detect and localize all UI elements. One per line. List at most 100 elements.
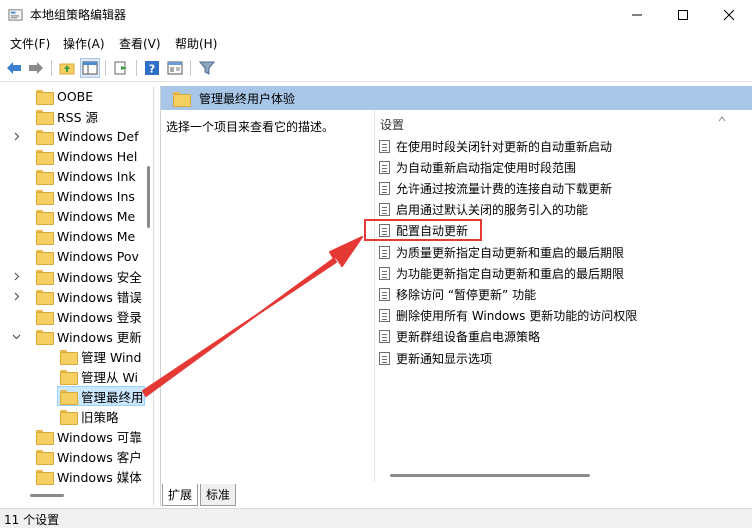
tab-extended[interactable]: 扩展 [162, 484, 198, 506]
export-list-icon [114, 61, 127, 75]
chevron-down-icon[interactable] [10, 330, 22, 342]
list-scroll-up-icon[interactable] [718, 112, 726, 132]
tree-item[interactable]: Windows 错误 [0, 286, 145, 306]
list-horizontal-scroll-thumb[interactable] [390, 474, 590, 477]
status-bar: 11 个设置 [0, 508, 752, 528]
up-folder-button[interactable] [57, 58, 77, 78]
tree-item[interactable]: 管理 Wind [0, 346, 145, 366]
toolbar-separator [51, 60, 52, 76]
settings-column-header[interactable]: 设置 [380, 116, 404, 133]
tree-item[interactable]: Windows 登录 [0, 306, 145, 326]
export-list-button[interactable] [111, 58, 131, 78]
tree-item[interactable]: Windows 客户 [0, 446, 145, 466]
filter-button[interactable] [197, 58, 217, 78]
tree-item-label: Windows Ins [57, 188, 135, 204]
pane-divider [374, 110, 375, 482]
tree-item[interactable]: 旧策略 [0, 406, 145, 426]
policy-setting-icon [379, 160, 390, 174]
setting-row[interactable]: 移除访问 “暂停更新” 功能 [379, 284, 536, 304]
pane-header: 管理最终用户体验 [161, 86, 752, 110]
setting-row[interactable]: 启用通过默认关闭的服务引入的功能 [379, 200, 588, 220]
chevron-right-icon[interactable] [10, 130, 22, 142]
tree-item[interactable]: Windows 媒体 [0, 466, 145, 486]
tree-item[interactable]: Windows Def [0, 126, 145, 146]
tree-item[interactable]: Windows Pov [0, 246, 145, 266]
setting-row[interactable]: 为功能更新指定自动更新和重启的最后期限 [379, 263, 624, 283]
chevron-right-icon[interactable] [10, 270, 22, 282]
maximize-button[interactable] [660, 0, 706, 30]
policy-setting-icon [379, 309, 390, 323]
tree-item[interactable]: Windows 安全 [0, 266, 145, 286]
tree-item-label: Windows Hel [57, 148, 138, 164]
policy-setting-icon [379, 287, 390, 301]
tree-item[interactable]: Windows 可靠 [0, 426, 145, 446]
forward-button[interactable] [26, 58, 46, 78]
tree-item-label: Windows Me [57, 208, 136, 224]
chevron-right-icon[interactable] [10, 290, 22, 302]
setting-label: 更新群组设备重启电源策略 [396, 330, 541, 345]
tab-standard[interactable]: 标准 [200, 484, 236, 506]
folder-icon [60, 409, 78, 425]
help-button[interactable]: ? [142, 58, 162, 78]
properties-icon [167, 61, 183, 75]
tree-horizontal-scroll-thumb[interactable] [30, 494, 64, 497]
tree-item[interactable]: Windows Ins [0, 186, 145, 206]
tree-item[interactable]: Windows Me [0, 226, 145, 246]
tree-item-label: OOBE [57, 88, 94, 104]
close-button[interactable] [706, 0, 752, 30]
folder-icon [36, 449, 54, 465]
setting-row[interactable]: 为自动重新启动指定使用时段范围 [379, 157, 576, 177]
tree-item[interactable]: Windows 更新 [0, 326, 145, 346]
show-hide-tree-button[interactable] [80, 58, 100, 78]
folder-icon [36, 149, 54, 165]
up-folder-icon [59, 63, 75, 75]
tree-item[interactable]: Windows Ink [0, 166, 145, 186]
policy-setting-icon [379, 203, 390, 217]
tree-item[interactable]: OOBE [0, 86, 145, 106]
tree-item-label: Windows Me [57, 228, 136, 244]
folder-icon [36, 309, 54, 325]
properties-button[interactable] [165, 58, 185, 78]
close-icon [723, 9, 735, 21]
setting-row[interactable]: 为质量更新指定自动更新和重启的最后期限 [379, 242, 624, 262]
tree-scroll-thumb[interactable] [147, 166, 150, 228]
tree-item[interactable]: 管理最终用 [0, 386, 145, 406]
folder-icon [36, 429, 54, 445]
highlight-box [364, 219, 482, 241]
back-arrow-icon [7, 62, 21, 74]
tree-item-label: Windows Ink [57, 168, 136, 184]
folder-icon [36, 249, 54, 265]
folder-icon [36, 269, 54, 285]
settings-pane: 管理最终用户体验 选择一个项目来查看它的描述。 设置 在使用时段关闭针对更新的自… [160, 86, 752, 506]
back-button[interactable] [4, 58, 24, 78]
tree-item[interactable]: RSS 源 [0, 106, 145, 126]
tree-item-label: Windows 安全 [57, 269, 142, 285]
tree-item-label: Windows 更新 [57, 329, 142, 345]
tree-item-label: Windows 媒体 [57, 469, 142, 485]
setting-row[interactable]: 删除使用所有 Windows 更新功能的访问权限 [379, 306, 637, 326]
minimize-button[interactable] [614, 0, 660, 30]
menu-file[interactable]: 文件(F) [10, 35, 50, 52]
policy-tree[interactable]: OOBE RSS 源 Windows Def Windows Hel Windows I… [0, 86, 154, 506]
tree-item-label: Windows 客户 [57, 449, 142, 465]
folder-icon [60, 349, 78, 365]
setting-label: 允许通过按流量计费的连接自动下载更新 [396, 181, 613, 196]
setting-row[interactable]: 允许通过按流量计费的连接自动下载更新 [379, 178, 612, 198]
setting-row[interactable]: 在使用时段关闭针对更新的自动重新启动 [379, 136, 612, 156]
tree-vertical-scrollbar[interactable] [145, 86, 152, 506]
tree-item[interactable]: Windows Hel [0, 146, 145, 166]
setting-label: 移除访问 “暂停更新” 功能 [396, 287, 537, 302]
setting-row[interactable]: 更新群组设备重启电源策略 [379, 327, 540, 347]
tree-item[interactable]: Windows Me [0, 206, 145, 226]
menu-help[interactable]: 帮助(H) [175, 35, 217, 52]
setting-label: 为功能更新指定自动更新和重启的最后期限 [396, 266, 625, 281]
toolbar-separator [136, 60, 137, 76]
menu-view[interactable]: 查看(V) [119, 35, 161, 52]
tree-item[interactable]: 管理从 Wi [0, 366, 145, 386]
menu-action[interactable]: 操作(A) [63, 35, 105, 52]
setting-row[interactable]: 更新通知显示选项 [379, 348, 492, 368]
